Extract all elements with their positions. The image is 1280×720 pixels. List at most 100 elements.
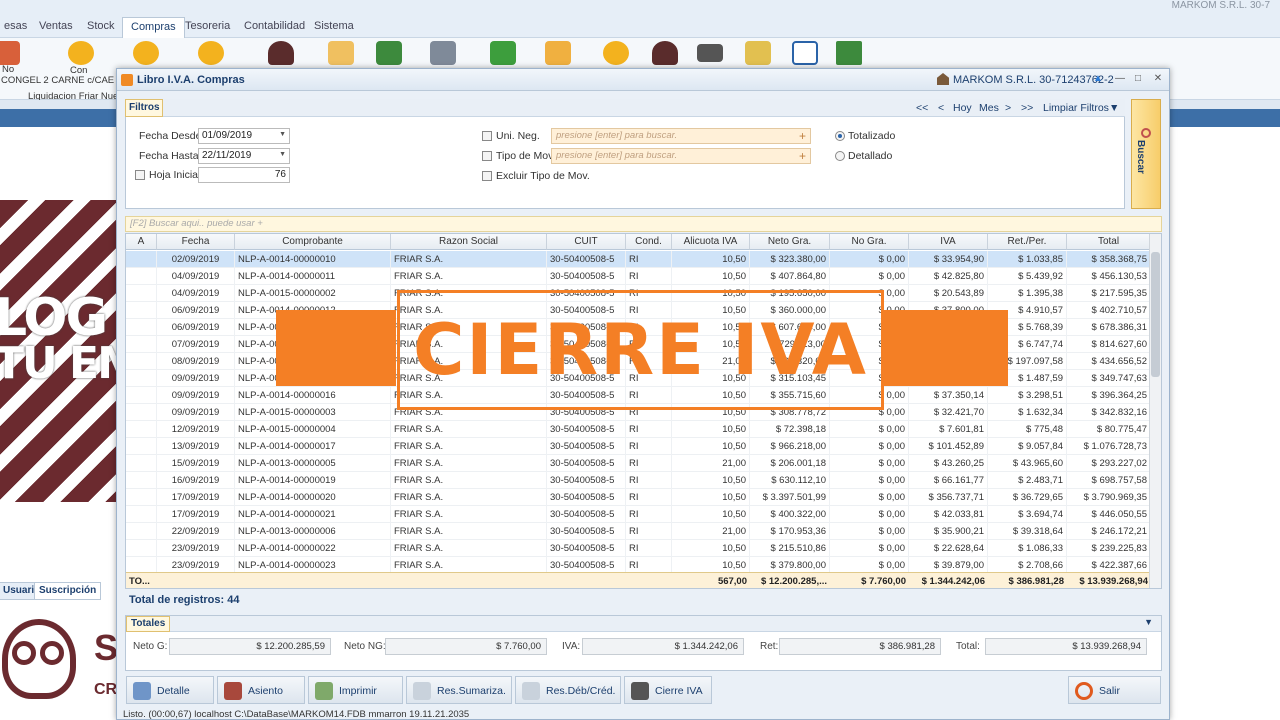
- cierre-iva-button[interactable]: Cierre IVA: [624, 676, 712, 704]
- table-row[interactable]: 13/09/2019 NLP-A-0014-00000017 FRIAR S.A. 3…: [126, 438, 1151, 455]
- cell-fecha: 07/09/2019: [157, 336, 235, 353]
- fecha-hasta-input[interactable]: 22/11/2019 ▼: [198, 148, 290, 164]
- export-arrow-icon[interactable]: [836, 41, 862, 65]
- nav-month-button[interactable]: Mes: [979, 102, 999, 114]
- maximize-button[interactable]: □: [1131, 73, 1145, 86]
- coins-icon[interactable]: [198, 41, 224, 65]
- res-sumariza-button[interactable]: Res.Sumariza.: [406, 676, 512, 704]
- uni-neg-search[interactable]: presione [enter] para buscar. +: [551, 128, 811, 144]
- column-header-col-cond[interactable]: Cond.: [626, 234, 672, 250]
- nav-first-button[interactable]: <<: [916, 102, 928, 114]
- like-icon[interactable]: ▲: [1091, 73, 1105, 86]
- table-row[interactable]: 17/09/2019 NLP-A-0014-00000020 FRIAR S.A. 3…: [126, 489, 1151, 506]
- tipo-mov-checkbox[interactable]: [482, 151, 492, 161]
- company-name-top: MARKOM S.R.L. 30-7: [1171, 0, 1270, 11]
- table-row[interactable]: 15/09/2019 NLP-A-0013-00000005 FRIAR S.A. 3…: [126, 455, 1151, 472]
- cell-total: $ 349.747,63: [1067, 370, 1151, 387]
- grid-search-input[interactable]: [F2] Buscar aqui.. puede usar +: [125, 216, 1162, 232]
- nav-last-button[interactable]: >>: [1021, 102, 1033, 114]
- scroll-thumb[interactable]: [1151, 252, 1160, 377]
- nav-next-button[interactable]: >: [1005, 102, 1011, 114]
- cell-comprobante: NLP-A-0014-00000010: [235, 251, 391, 268]
- user-icon[interactable]: [268, 41, 294, 65]
- asiento-button[interactable]: Asiento: [217, 676, 305, 704]
- salir-button[interactable]: Salir: [1068, 676, 1161, 704]
- menu-tab-sistema[interactable]: Sistema: [306, 17, 362, 38]
- excluir-checkbox[interactable]: [482, 171, 492, 181]
- cell-comprobante: NLP-A-0014-00000021: [235, 506, 391, 523]
- table-row[interactable]: 23/09/2019 NLP-A-0014-00000022 FRIAR S.A. 3…: [126, 540, 1151, 557]
- imprimir-button[interactable]: Imprimir: [308, 676, 403, 704]
- menu-tab-tesoreria[interactable]: Tesoreria: [177, 17, 238, 38]
- document-icon[interactable]: [0, 41, 20, 65]
- detalle-button[interactable]: Detalle: [126, 676, 214, 704]
- owl-logo: [2, 619, 76, 699]
- column-header-col-neto-gra[interactable]: Neto Gra.: [750, 234, 830, 250]
- plus-icon[interactable]: +: [799, 129, 806, 143]
- totalizado-radio[interactable]: [835, 131, 845, 141]
- nav-prev-button[interactable]: <: [938, 102, 944, 114]
- filtros-tab[interactable]: Filtros: [125, 99, 163, 117]
- table-row[interactable]: 02/09/2019 NLP-A-0014-00000010 FRIAR S.A. 3…: [126, 251, 1151, 268]
- order-icon[interactable]: [490, 41, 516, 65]
- clear-filters-button[interactable]: Limpiar Filtros: [1043, 102, 1109, 114]
- column-header-col-razon-social[interactable]: Razon Social: [391, 234, 547, 250]
- hoja-inicial-input[interactable]: 76: [198, 167, 290, 183]
- fecha-desde-input[interactable]: 01/09/2019 ▼: [198, 128, 290, 144]
- retention-icon[interactable]: [603, 41, 629, 65]
- cell-total: $ 342.832,16: [1067, 404, 1151, 421]
- cell-alicuota: 10,50: [672, 472, 750, 489]
- menu-tab-stock[interactable]: Stock: [79, 17, 123, 38]
- plus-icon[interactable]: +: [799, 149, 806, 163]
- menu-tab-compras[interactable]: Compras: [122, 17, 185, 38]
- chevron-down-icon[interactable]: ▼: [279, 131, 286, 138]
- chevron-down-icon[interactable]: ▼: [279, 151, 286, 158]
- grid-scrollbar[interactable]: [1149, 234, 1161, 588]
- chevron-down-icon[interactable]: ▼: [1109, 102, 1119, 114]
- totales-tab[interactable]: Totales: [126, 616, 171, 632]
- table-row[interactable]: 22/09/2019 NLP-A-0013-00000006 FRIAR S.A. 3…: [126, 523, 1151, 540]
- accounts-icon[interactable]: [652, 41, 678, 65]
- cell-iva: $ 66.161,77: [909, 472, 988, 489]
- nav-today-button[interactable]: Hoy: [953, 102, 972, 114]
- barcode-icon[interactable]: [697, 44, 723, 62]
- hoja-inicial-checkbox[interactable]: [135, 170, 145, 180]
- receipt-icon[interactable]: [430, 41, 456, 65]
- menu-tab-contabilidad[interactable]: Contabilidad: [236, 17, 313, 38]
- uni-neg-checkbox[interactable]: [482, 131, 492, 141]
- dialog-titlebar[interactable]: Libro I.V.A. Compras MARKOM S.R.L. 30-71…: [117, 69, 1169, 91]
- column-header-col-ret-per[interactable]: Ret./Per.: [988, 234, 1067, 250]
- checklist-icon[interactable]: [792, 41, 818, 65]
- column-header-col-no-gra[interactable]: No Gra.: [830, 234, 909, 250]
- fecha-desde-label: Fecha Desde: [139, 130, 202, 142]
- table-row[interactable]: 17/09/2019 NLP-A-0014-00000021 FRIAR S.A. 3…: [126, 506, 1151, 523]
- detallado-radio[interactable]: [835, 151, 845, 161]
- table-row[interactable]: 04/09/2019 NLP-A-0014-00000011 FRIAR S.A. 3…: [126, 268, 1151, 285]
- buscar-button[interactable]: Buscar: [1131, 99, 1161, 209]
- tab-suscripcion[interactable]: Suscripción: [34, 582, 102, 600]
- close-button[interactable]: ✕: [1151, 73, 1165, 86]
- table-row[interactable]: 12/09/2019 NLP-A-0015-00000004 FRIAR S.A. 3…: [126, 421, 1151, 438]
- grid-search-placeholder: [F2] Buscar aqui.. puede usar +: [130, 218, 263, 229]
- coins-icon[interactable]: [133, 41, 159, 65]
- table-row[interactable]: 16/09/2019 NLP-A-0014-00000019 FRIAR S.A. 3…: [126, 472, 1151, 489]
- tipo-mov-search[interactable]: presione [enter] para buscar. +: [551, 148, 811, 164]
- column-header-col-a[interactable]: A: [126, 234, 157, 250]
- percent-icon[interactable]: [545, 41, 571, 65]
- column-header-col-alicuota[interactable]: Alicuota IVA: [672, 234, 750, 250]
- column-header-col-cuit[interactable]: CUIT: [547, 234, 626, 250]
- handshake-icon[interactable]: [745, 41, 771, 65]
- minimize-button[interactable]: —: [1113, 73, 1127, 86]
- column-header-col-total[interactable]: Total: [1067, 234, 1151, 250]
- res-deb-cred-button[interactable]: Res.Déb/Créd.: [515, 676, 621, 704]
- menu-tab-empresas[interactable]: esas: [0, 17, 35, 38]
- folder-icon[interactable]: [328, 41, 354, 65]
- menu-tab-ventas[interactable]: Ventas: [31, 17, 81, 38]
- column-header-col-fecha[interactable]: Fecha: [157, 234, 235, 250]
- coins-icon[interactable]: [68, 41, 94, 65]
- cell-a: [126, 489, 157, 506]
- column-header-col-comprobante[interactable]: Comprobante: [235, 234, 391, 250]
- chevron-down-icon[interactable]: ▼: [1144, 617, 1153, 627]
- cart-icon[interactable]: [376, 41, 402, 65]
- column-header-col-iva[interactable]: IVA: [909, 234, 988, 250]
